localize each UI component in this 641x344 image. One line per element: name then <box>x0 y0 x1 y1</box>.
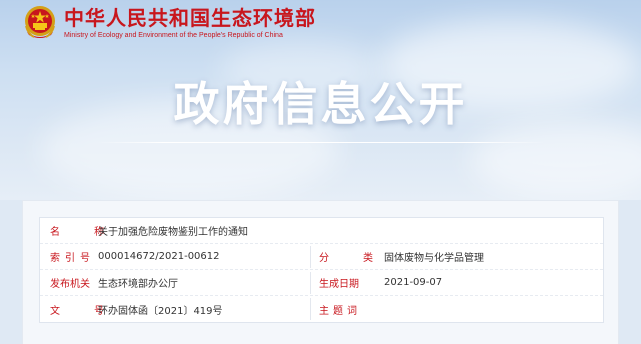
national-emblem-icon <box>22 4 58 42</box>
info-row-title: 名 称 关于加强危险废物鉴别工作的通知 <box>40 218 603 244</box>
docno-value: 环办固体函〔2021〕419号 <box>98 305 223 317</box>
hero-banner: 中华人民共和国生态环境部 Ministry of Ecology and Env… <box>0 0 641 200</box>
title-divider <box>96 142 546 143</box>
index-label: 索引号 <box>50 253 95 264</box>
title-value: 关于加强危险废物鉴别工作的通知 <box>98 227 248 238</box>
org-name-cn: 中华人民共和国生态环境部 <box>64 6 316 30</box>
category-label: 分 类 <box>319 253 385 264</box>
column-divider <box>310 245 311 268</box>
column-divider <box>310 271 311 294</box>
index-value: 000014672/2021-00612 <box>98 251 220 262</box>
date-label: 生成日期 <box>319 279 359 290</box>
info-row-index: 索引号 000014672/2021-00612 分 类 固体废物与化学品管理 <box>40 244 603 270</box>
column-divider <box>310 298 311 320</box>
content-panel: 名 称 关于加强危险废物鉴别工作的通知 索引号 000014672/2021-0… <box>22 200 619 344</box>
category-value: 固体废物与化学品管理 <box>384 253 484 264</box>
org-name-en: Ministry of Ecology and Environment of t… <box>64 32 283 39</box>
issuer-label: 发布机关 <box>50 279 90 290</box>
docno-label: 文 号 <box>50 305 116 317</box>
title-label: 名 称 <box>50 227 116 238</box>
date-value: 2021-09-07 <box>384 277 443 288</box>
site-logo[interactable]: 中华人民共和国生态环境部 Ministry of Ecology and Env… <box>22 4 316 42</box>
info-row-issuer: 发布机关 生态环境部办公厅 生成日期 2021-09-07 <box>40 270 603 296</box>
document-info-table: 名 称 关于加强危险废物鉴别工作的通知 索引号 000014672/2021-0… <box>39 217 604 323</box>
issuer-value: 生态环境部办公厅 <box>98 279 178 290</box>
info-row-docno: 文 号 环办固体函〔2021〕419号 主题词 <box>40 296 603 322</box>
keywords-label: 主题词 <box>319 305 361 317</box>
page-title: 政府信息公开 <box>173 77 468 131</box>
